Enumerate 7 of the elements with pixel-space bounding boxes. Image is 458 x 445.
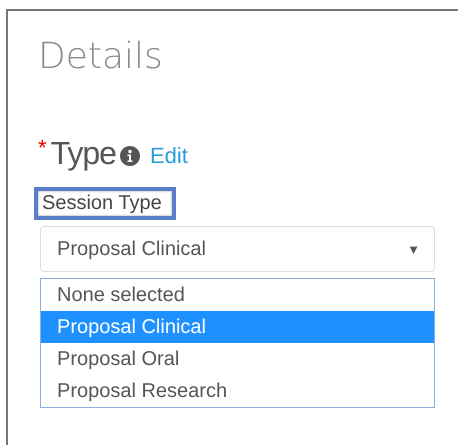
section-heading: Details	[38, 35, 164, 79]
session-type-label: Session Type	[34, 187, 176, 220]
caret-icon: ▼	[407, 242, 420, 256]
session-type-select[interactable]: Proposal Clinical ▼	[40, 226, 435, 272]
required-mark: *	[38, 135, 47, 161]
info-icon[interactable]	[120, 146, 140, 166]
field-label: Type	[50, 134, 116, 172]
